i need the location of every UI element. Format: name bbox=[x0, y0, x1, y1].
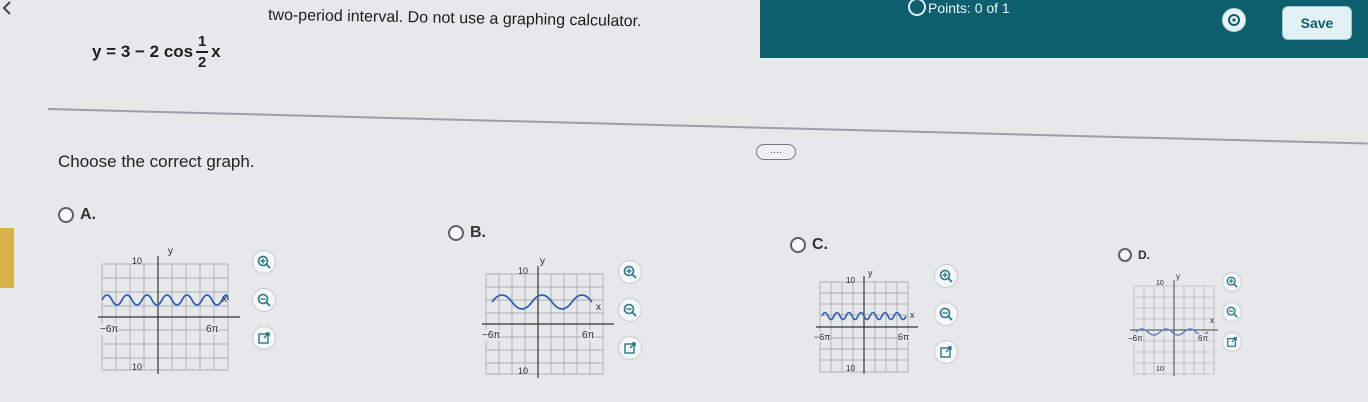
x-right-label: 6π bbox=[582, 330, 595, 341]
x-right-label: 6π bbox=[206, 324, 219, 335]
zoom-in-button[interactable] bbox=[1222, 272, 1242, 292]
zoom-in-icon bbox=[939, 269, 953, 283]
open-external-icon bbox=[1227, 337, 1237, 347]
zoom-in-button[interactable] bbox=[252, 250, 276, 274]
points-text: Points: 0 of 1 bbox=[928, 0, 1010, 16]
option-d[interactable]: D. bbox=[1118, 248, 1150, 262]
y-axis-label: y bbox=[1176, 272, 1180, 281]
x-axis-label: x bbox=[222, 294, 227, 305]
equation-variable: x bbox=[211, 42, 221, 61]
equation: y = 3 − 2 cos 1 2 x bbox=[92, 24, 221, 80]
zoom-out-icon bbox=[1226, 306, 1238, 318]
zoom-in-icon bbox=[257, 255, 271, 269]
y-top-label: 10 bbox=[132, 256, 143, 266]
open-graph-button[interactable] bbox=[252, 326, 276, 350]
x-left-label: −6π bbox=[814, 332, 831, 342]
open-external-icon bbox=[940, 346, 952, 358]
option-c-label: C. bbox=[812, 236, 828, 253]
more-button[interactable]: ···· bbox=[756, 144, 796, 160]
x-left-label: −6π bbox=[1128, 334, 1143, 343]
fraction-denominator: 2 bbox=[197, 54, 207, 71]
y-bottom-label: 10 bbox=[1156, 366, 1164, 373]
side-tab bbox=[0, 228, 14, 288]
tools-c bbox=[934, 264, 958, 364]
y-bottom-label: 10 bbox=[846, 364, 855, 373]
zoom-out-icon bbox=[939, 307, 953, 321]
x-axis-label: x bbox=[1210, 316, 1214, 325]
graph-b: 10 y x −6π 6π 10 bbox=[478, 256, 618, 380]
y-top-label: 10 bbox=[846, 276, 855, 285]
instruction-text: two-period interval. Do not use a graphi… bbox=[267, 6, 642, 31]
settings-button[interactable] bbox=[1222, 8, 1246, 32]
zoom-out-icon bbox=[623, 303, 637, 317]
back-chevron-icon[interactable] bbox=[0, 0, 18, 16]
zoom-out-icon bbox=[257, 293, 271, 307]
equation-left: y = 3 − 2 cos bbox=[92, 42, 194, 61]
gear-icon bbox=[1228, 14, 1240, 26]
divider bbox=[47, 108, 1368, 145]
x-right-label: 6π bbox=[1198, 334, 1208, 343]
zoom-out-button[interactable] bbox=[1222, 302, 1242, 322]
radio-b[interactable] bbox=[448, 225, 464, 241]
option-b-label: B. bbox=[470, 224, 486, 241]
x-axis-label: x bbox=[910, 310, 915, 320]
zoom-out-button[interactable] bbox=[934, 302, 958, 326]
open-graph-button[interactable] bbox=[618, 336, 642, 360]
y-axis-label: y bbox=[168, 246, 173, 257]
graph-c: 10 y x −6π 6π 10 bbox=[812, 268, 922, 376]
graph-d: 10 y x −6π 6π 10 bbox=[1128, 272, 1220, 378]
y-top-label: 10 bbox=[518, 266, 529, 276]
save-button[interactable]: Save bbox=[1282, 6, 1352, 40]
x-left-label: −6π bbox=[482, 330, 501, 341]
option-d-label: D. bbox=[1138, 248, 1150, 262]
x-right-label: 6π bbox=[898, 332, 910, 342]
zoom-out-button[interactable] bbox=[252, 288, 276, 312]
open-graph-button[interactable] bbox=[1222, 332, 1242, 352]
y-bottom-label: 10 bbox=[132, 362, 143, 372]
question-prompt: Choose the correct graph. bbox=[58, 152, 255, 171]
graph-a: 10 y x −6π 6π 10 bbox=[94, 246, 244, 376]
option-a[interactable]: A. bbox=[58, 206, 96, 224]
option-a-label: A. bbox=[80, 206, 96, 223]
option-c[interactable]: C. bbox=[790, 236, 828, 254]
y-axis-label: y bbox=[868, 268, 873, 278]
tools-a bbox=[252, 250, 276, 350]
zoom-in-icon bbox=[623, 265, 637, 279]
tools-d bbox=[1222, 272, 1242, 352]
open-external-icon bbox=[258, 332, 270, 344]
top-bar bbox=[760, 0, 1368, 58]
radio-c[interactable] bbox=[790, 237, 806, 253]
radio-a[interactable] bbox=[58, 207, 74, 223]
open-external-icon bbox=[624, 342, 636, 354]
fraction-numerator: 1 bbox=[197, 33, 207, 50]
x-axis-label: x bbox=[596, 302, 601, 313]
zoom-in-button[interactable] bbox=[934, 264, 958, 288]
y-bottom-label: 10 bbox=[518, 366, 529, 376]
option-b[interactable]: B. bbox=[448, 224, 486, 242]
tools-b bbox=[618, 260, 642, 360]
open-graph-button[interactable] bbox=[934, 340, 958, 364]
radio-d[interactable] bbox=[1118, 248, 1132, 262]
y-top-label: 10 bbox=[1156, 280, 1164, 287]
zoom-out-button[interactable] bbox=[618, 298, 642, 322]
zoom-in-icon bbox=[1226, 276, 1238, 288]
zoom-in-button[interactable] bbox=[618, 260, 642, 284]
equation-fraction: 1 2 bbox=[196, 33, 209, 71]
x-left-label: −6π bbox=[100, 324, 119, 335]
y-axis-label: y bbox=[540, 256, 545, 267]
